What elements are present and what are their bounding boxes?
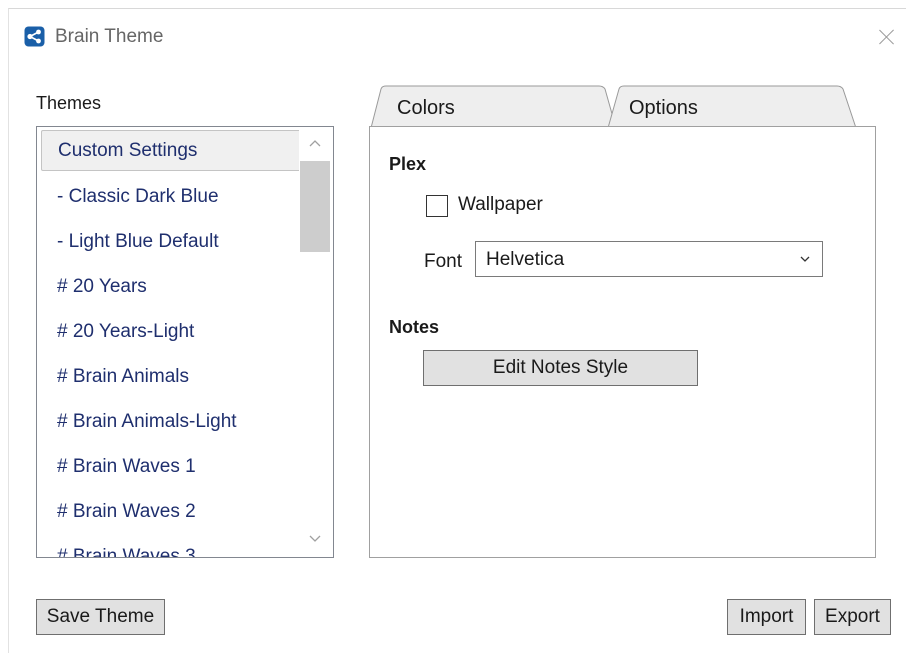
scroll-up-button[interactable] bbox=[299, 127, 332, 161]
plex-section-title: Plex bbox=[389, 154, 427, 174]
chevron-up-icon bbox=[309, 140, 321, 147]
scroll-down-button[interactable] bbox=[299, 523, 332, 557]
tab-options-label: Options bbox=[629, 97, 698, 119]
tab-options[interactable]: Options bbox=[607, 85, 857, 129]
theme-item-20-years[interactable]: # 20 Years bbox=[41, 266, 301, 307]
theme-item-light-blue-default[interactable]: - Light Blue Default bbox=[41, 221, 301, 262]
theme-item-brain-animals-light[interactable]: # Brain Animals-Light bbox=[41, 401, 301, 442]
tab-strip: Colors Options bbox=[369, 85, 879, 129]
tab-colors-label: Colors bbox=[397, 97, 455, 119]
theme-item-classic-dark-blue[interactable]: - Classic Dark Blue bbox=[41, 176, 301, 217]
theme-item-brain-waves-3[interactable]: # Brain Waves 3 bbox=[41, 536, 301, 557]
theme-item-brain-waves-1[interactable]: # Brain Waves 1 bbox=[41, 446, 301, 487]
scroll-thumb[interactable] bbox=[300, 161, 330, 252]
theme-list[interactable]: Custom Settings - Classic Dark Blue - Li… bbox=[36, 126, 334, 558]
window-title: Brain Theme bbox=[55, 26, 164, 47]
wallpaper-label: Wallpaper bbox=[458, 194, 543, 215]
font-label: Font bbox=[424, 251, 463, 272]
wallpaper-checkbox[interactable] bbox=[426, 195, 448, 217]
brain-logo-icon bbox=[24, 26, 45, 47]
theme-item-brain-waves-2[interactable]: # Brain Waves 2 bbox=[41, 491, 301, 532]
chevron-down-icon bbox=[309, 535, 321, 542]
theme-item-20-years-light[interactable]: # 20 Years-Light bbox=[41, 311, 301, 352]
save-theme-button[interactable]: Save Theme bbox=[36, 599, 165, 635]
import-button[interactable]: Import bbox=[727, 599, 806, 635]
theme-list-scrollbar[interactable] bbox=[299, 127, 332, 557]
font-select-value: Helvetica bbox=[486, 249, 565, 270]
brain-theme-dialog: Brain Theme Themes Custom Settings - Cla… bbox=[8, 8, 906, 653]
theme-item-custom-settings[interactable]: Custom Settings bbox=[41, 130, 301, 171]
options-panel: Plex Wallpaper Font Helvetica Notes Edit… bbox=[369, 126, 876, 558]
title-bar: Brain Theme bbox=[9, 9, 906, 65]
notes-section-title: Notes bbox=[389, 317, 440, 337]
close-icon[interactable] bbox=[875, 25, 899, 49]
font-select[interactable]: Helvetica bbox=[475, 241, 823, 277]
edit-notes-style-button[interactable]: Edit Notes Style bbox=[423, 350, 698, 386]
theme-item-brain-animals[interactable]: # Brain Animals bbox=[41, 356, 301, 397]
chevron-down-icon bbox=[800, 256, 810, 262]
export-button[interactable]: Export bbox=[814, 599, 891, 635]
themes-label: Themes bbox=[36, 93, 102, 113]
tab-colors[interactable]: Colors bbox=[369, 85, 619, 129]
